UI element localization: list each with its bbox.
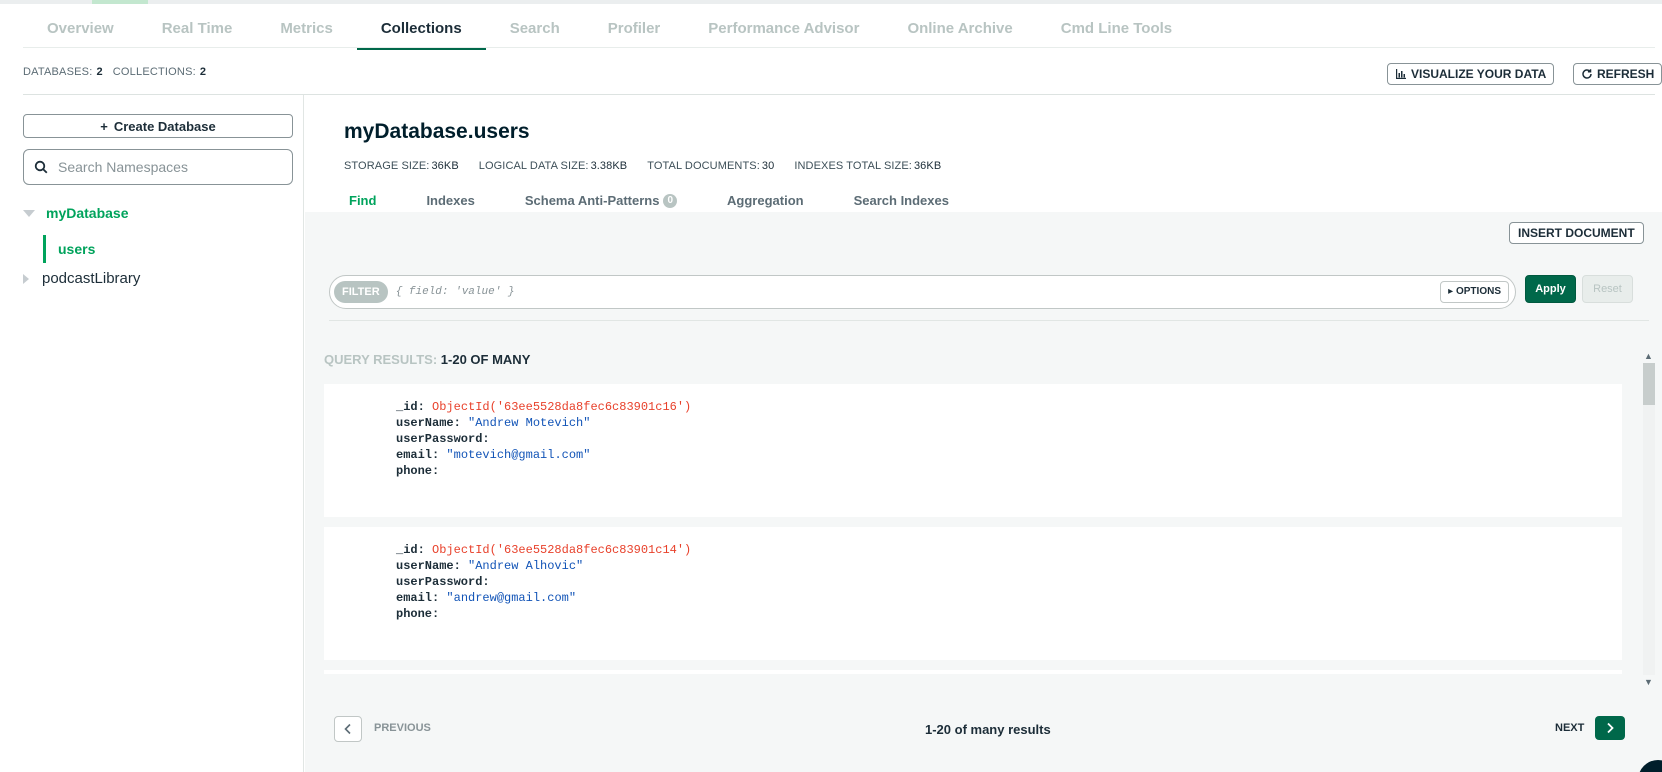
results-prefix: QUERY RESULTS: (324, 352, 438, 367)
field-email: email: "motevich@gmail.com" (396, 448, 591, 462)
collection-subtabs: Find Indexes Schema Anti-Patterns 0 Aggr… (344, 191, 994, 211)
total-documents: TOTAL DOCUMENTS: 30 (647, 160, 775, 172)
sidebar-db-podcastlibrary[interactable]: podcastLibrary (23, 270, 140, 287)
visualize-data-label: VISUALIZE YOUR DATA (1411, 67, 1547, 81)
query-divider (329, 320, 1649, 321)
indexes-total-size: INDEXES TOTAL SIZE: 36KB (794, 160, 942, 172)
tab-online-archive[interactable]: Online Archive (883, 14, 1036, 48)
options-label: OPTIONS (1455, 286, 1501, 297)
top-progress-line (0, 0, 1662, 4)
field-username: userName: "Andrew Motevich" (396, 416, 591, 430)
scrollbar-track (1643, 363, 1655, 675)
next-button[interactable] (1595, 716, 1625, 740)
tab-schema-anti-patterns[interactable]: Schema Anti-Patterns 0 (520, 191, 682, 211)
previous-button[interactable] (334, 716, 362, 742)
namespace-stats: DATABASES: 2 COLLECTIONS: 2 (23, 66, 206, 78)
document-card[interactable]: _id: ObjectId('63ee5528da8fec6c83901c15'… (324, 670, 1622, 674)
create-database-button[interactable]: + Create Database (23, 114, 293, 138)
namespace-search-input[interactable] (58, 159, 278, 175)
results-range: 1-20 OF MANY (440, 352, 531, 367)
subtab-label: Schema Anti-Patterns (524, 193, 660, 208)
plus-icon: + (100, 118, 108, 134)
tab-overview[interactable]: Overview (23, 14, 138, 48)
tab-find[interactable]: Find (344, 191, 381, 211)
apply-button[interactable]: Apply (1525, 275, 1576, 303)
query-results-label: QUERY RESULTS: 1-20 OF MANY (324, 352, 530, 367)
collections-count: COLLECTIONS: 2 (112, 66, 207, 78)
next-label: NEXT (1555, 722, 1585, 734)
document-list: _id: ObjectId('63ee5528da8fec6c83901c16'… (324, 384, 1622, 674)
refresh-button[interactable]: REFRESH (1573, 63, 1662, 85)
insert-document-button[interactable]: INSERT DOCUMENT (1509, 222, 1644, 244)
sidebar-collection-users[interactable]: users (43, 235, 273, 263)
field-id: _id: ObjectId('63ee5528da8fec6c83901c14'… (396, 543, 692, 557)
results-scrollbar[interactable]: ▲ ▼ (1641, 349, 1655, 689)
refresh-icon (1582, 69, 1592, 79)
chevron-right-icon (1607, 722, 1614, 734)
caret-right-icon: ▸ (1448, 286, 1456, 297)
results-count: 1-20 of many results (925, 722, 1051, 737)
create-database-label: Create Database (113, 118, 216, 134)
tab-metrics[interactable]: Metrics (256, 14, 357, 48)
visualize-data-button[interactable]: VISUALIZE YOUR DATA (1387, 63, 1555, 85)
previous-label: PREVIOUS (374, 722, 431, 734)
tab-aggregation[interactable]: Aggregation (722, 191, 809, 211)
search-icon (34, 160, 48, 174)
tab-indexes[interactable]: Indexes (421, 191, 479, 211)
document-card[interactable]: _id: ObjectId('63ee5528da8fec6c83901c14'… (324, 527, 1622, 660)
count-badge: 0 (663, 194, 678, 208)
chevron-left-icon (344, 723, 351, 735)
databases-count: DATABASES: 2 (23, 66, 103, 78)
top-progress-tick (92, 0, 148, 4)
filter-pill: FILTER (334, 281, 388, 303)
filter-input[interactable] (395, 286, 1416, 298)
caret-down-icon (23, 209, 35, 217)
cluster-tabs: Overview Real Time Metrics Collections S… (23, 14, 1196, 50)
tab-performance-advisor[interactable]: Performance Advisor (684, 14, 883, 48)
pagination: PREVIOUS 1-20 of many results NEXT (305, 704, 1662, 744)
field-userpassword: userPassword: (396, 432, 490, 446)
field-phone: phone: (396, 464, 440, 478)
db-name: myDatabase (46, 205, 129, 221)
bar-chart-icon (1396, 69, 1406, 79)
tab-search-indexes[interactable]: Search Indexes (849, 191, 954, 211)
namespace-search (23, 149, 293, 185)
scrollbar-thumb[interactable] (1643, 363, 1655, 405)
document-card[interactable]: _id: ObjectId('63ee5528da8fec6c83901c16'… (324, 384, 1622, 517)
tabs-divider (23, 47, 1655, 48)
sidebar-db-mydatabase[interactable]: myDatabase (23, 205, 129, 221)
options-button[interactable]: ▸ OPTIONS (1440, 281, 1509, 303)
logical-data-size: LOGICAL DATA SIZE: 3.38KB (478, 160, 628, 172)
field-email: email: "andrew@gmail.com" (396, 591, 577, 605)
tab-search[interactable]: Search (486, 14, 584, 48)
field-id: _id: ObjectId('63ee5528da8fec6c83901c16'… (396, 400, 692, 414)
namespace-sidebar: + Create Database myDatabase users podca… (0, 95, 304, 772)
field-username: userName: "Andrew Alhovic" (396, 559, 584, 573)
db-name: podcastLibrary (42, 270, 141, 287)
tab-profiler[interactable]: Profiler (584, 14, 685, 48)
refresh-label: REFRESH (1597, 67, 1655, 81)
caret-right-icon (23, 273, 29, 284)
storage-size: STORAGE SIZE: 36KB (344, 160, 459, 172)
chevron-up-icon[interactable]: ▲ (1644, 351, 1653, 361)
field-userpassword: userPassword: (396, 575, 490, 589)
reset-button: Reset (1582, 275, 1633, 303)
tab-cmd-line-tools[interactable]: Cmd Line Tools (1037, 14, 1196, 48)
collection-stats: STORAGE SIZE: 36KB LOGICAL DATA SIZE: 3.38… (344, 160, 941, 172)
find-panel: INSERT DOCUMENT FILTER ▸ OPTIONS Apply R… (305, 212, 1662, 772)
field-phone: phone: (396, 607, 440, 621)
query-bar: FILTER ▸ OPTIONS (329, 275, 1516, 309)
tab-real-time[interactable]: Real Time (138, 14, 257, 48)
collection-main: myDatabase.users STORAGE SIZE: 36KB LOGIC… (305, 95, 1662, 772)
tab-collections[interactable]: Collections (356, 14, 486, 50)
collection-title: myDatabase.users (344, 120, 530, 143)
chevron-down-icon[interactable]: ▼ (1644, 677, 1653, 687)
